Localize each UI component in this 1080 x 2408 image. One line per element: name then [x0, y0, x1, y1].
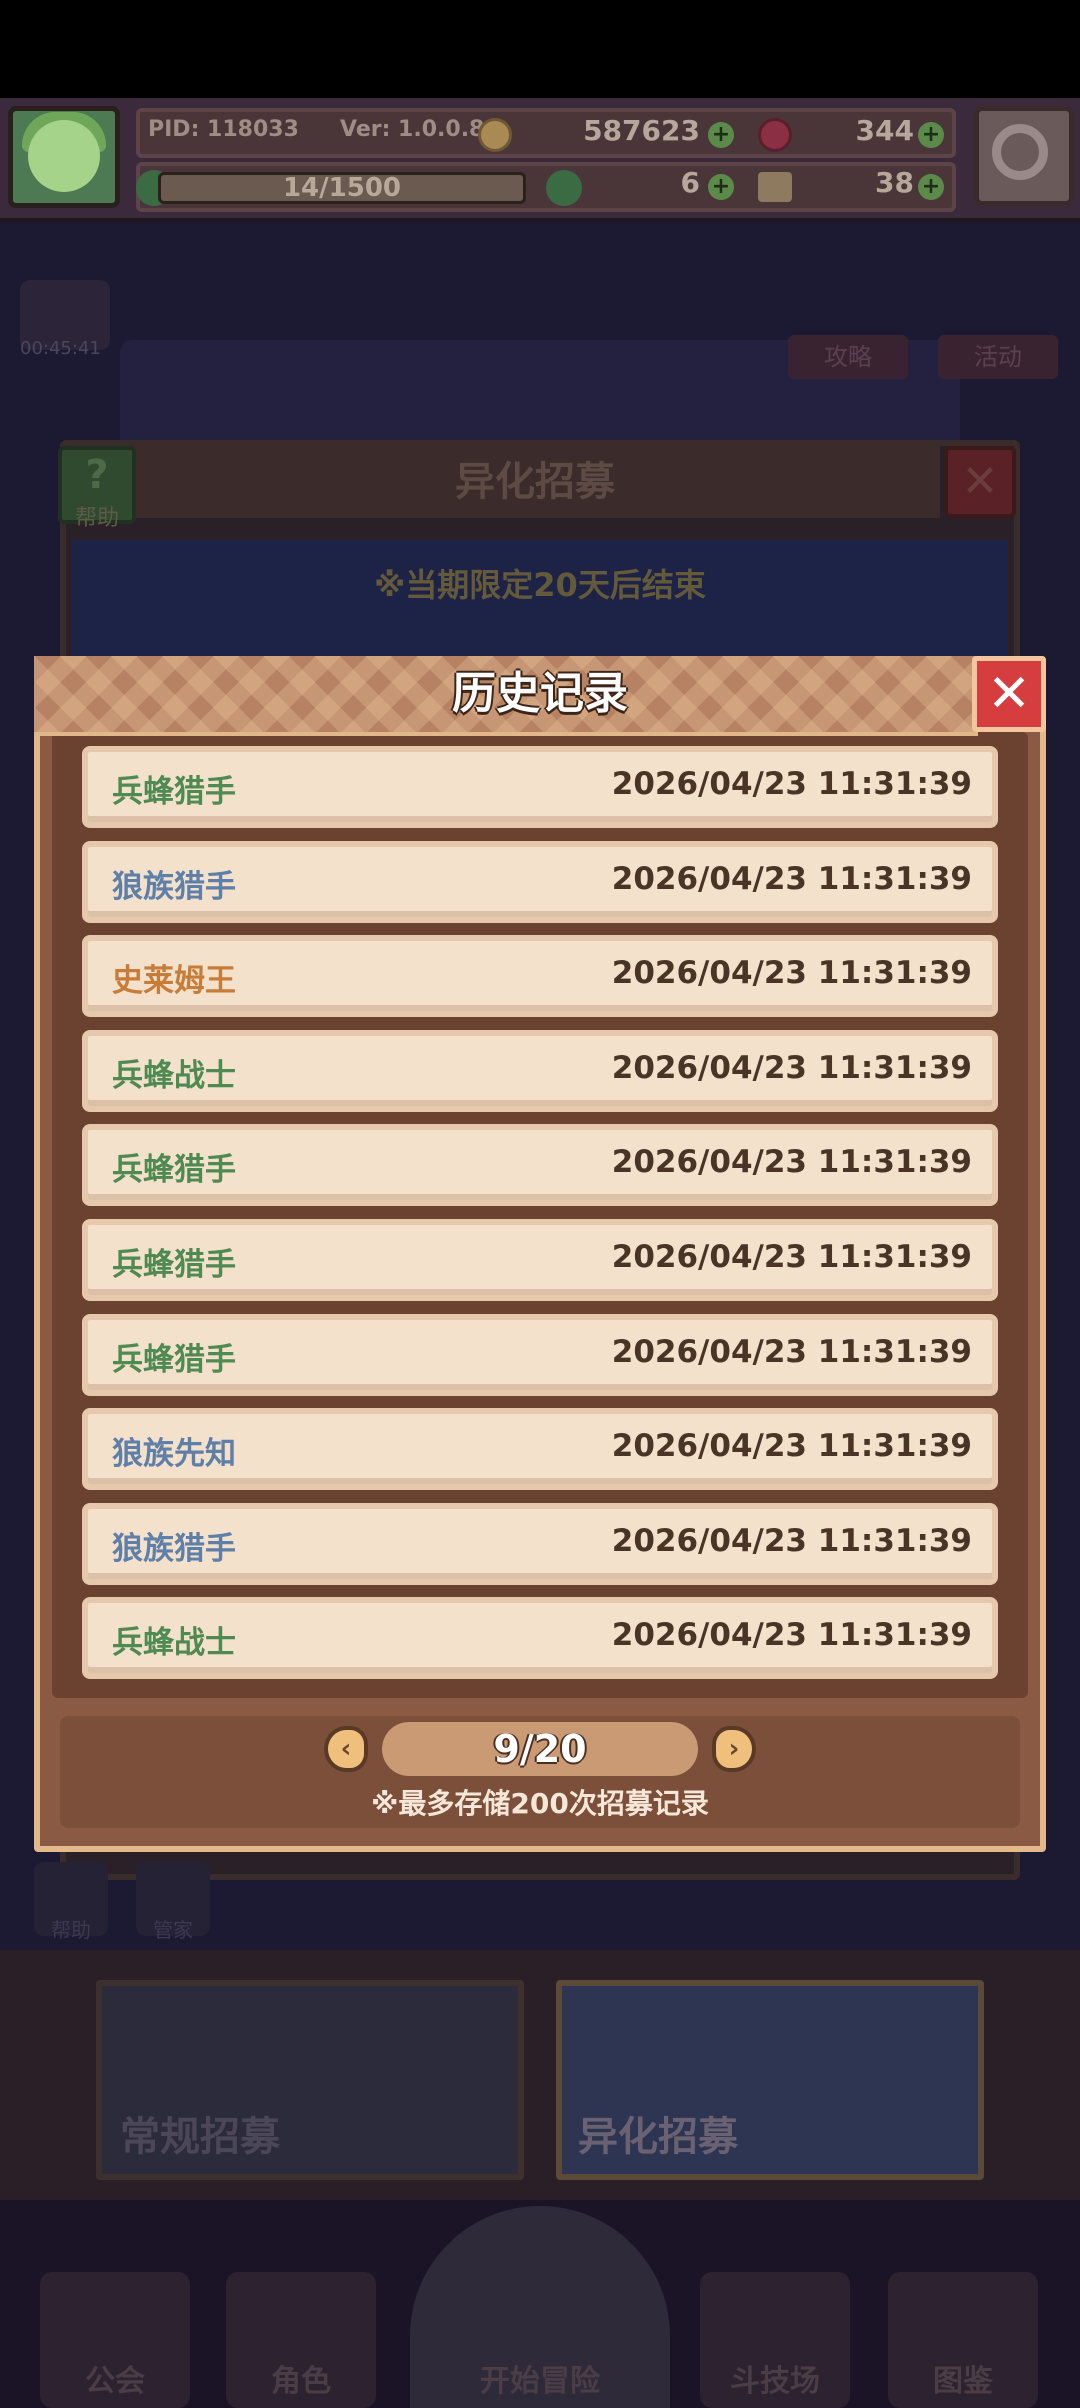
history-record-row: 兵蜂猎手 2026/04/23 11:31:39 [82, 1313, 998, 1396]
record-timestamp: 2026/04/23 11:31:39 [611, 955, 972, 992]
record-timestamp: 2026/04/23 11:31:39 [611, 860, 972, 897]
previous-page-button[interactable]: ‹ [324, 1726, 368, 1772]
record-character-name: 兵蜂猎手 [112, 774, 236, 810]
nav-guild-label: 公会 [85, 2364, 145, 2399]
nav-codex-label: 图鉴 [933, 2364, 993, 2399]
record-timestamp: 2026/04/23 11:31:39 [611, 1049, 972, 1086]
history-record-row: 狼族猎手 2026/04/23 11:31:39 [82, 840, 998, 923]
gem-amount: 344 [855, 114, 914, 147]
help-label: 帮助 [74, 506, 119, 531]
recruit-panel-close-button[interactable]: ✕ [944, 446, 1016, 518]
record-character-name: 狼族猎手 [112, 1530, 236, 1567]
history-record-row: 兵蜂猎手 2026/04/23 11:31:39 [82, 1124, 998, 1207]
record-character-name: 兵蜂猎手 [112, 1247, 236, 1283]
add-clover-button[interactable]: + [708, 174, 734, 200]
history-title: 历史记录 [452, 668, 628, 719]
nav-character-label: 角色 [271, 2364, 331, 2399]
close-icon: ✕ [987, 664, 1031, 724]
record-timestamp: 2026/04/23 11:31:39 [611, 1522, 972, 1559]
activity-button[interactable]: 活动 [938, 335, 1058, 379]
recruit-panel-title: 异化招募 [455, 459, 615, 505]
record-character-name: 狼族先知 [112, 1436, 236, 1473]
exp-progress-text: 14/1500 [282, 173, 402, 203]
record-character-name: 兵蜂战士 [112, 1625, 236, 1662]
side-help-label: 帮助 [51, 1918, 91, 1942]
page-number: 9/20 [493, 1727, 587, 1771]
add-gold-button[interactable]: + [708, 122, 734, 148]
chevron-left-icon: ‹ [340, 1734, 352, 1764]
history-record-row: 兵蜂战士 2026/04/23 11:31:39 [82, 1029, 998, 1112]
record-character-name: 史莱姆王 [112, 963, 236, 1000]
question-mark-icon: ? [85, 452, 109, 498]
record-timestamp: 2026/04/23 11:31:39 [611, 1617, 972, 1654]
history-record-row: 兵蜂猎手 2026/04/23 11:31:39 [82, 1219, 998, 1301]
side-butler-label: 管家 [153, 1918, 193, 1942]
add-gem-button[interactable]: + [918, 122, 944, 148]
gem-icon [758, 118, 792, 152]
gear-icon [992, 124, 1048, 180]
storage-limit-note: ※最多存储200次招募记录 [371, 1787, 709, 1820]
next-page-button[interactable]: › [712, 1726, 756, 1772]
record-character-name: 兵蜂猎手 [112, 1341, 236, 1378]
nav-start-adventure-label: 开始冒险 [480, 2364, 600, 2399]
chevron-right-icon: › [728, 1734, 740, 1764]
record-timestamp: 2026/04/23 11:31:39 [611, 1428, 972, 1465]
record-character-name: 兵蜂战士 [112, 1057, 236, 1094]
player-id: PID: 118033 [148, 117, 299, 142]
record-timestamp: 2026/04/23 11:31:39 [611, 1333, 972, 1370]
system-status-bar [0, 0, 1080, 98]
history-record-row: 兵蜂战士 2026/04/23 11:31:39 [82, 1597, 998, 1680]
add-key-button[interactable]: + [918, 174, 944, 200]
history-record-row: 狼族先知 2026/04/23 11:31:39 [82, 1408, 998, 1491]
history-record-row: 兵蜂猎手 2026/04/23 11:31:39 [82, 746, 998, 828]
game-version: Ver: 1.0.0.8 [340, 117, 485, 142]
record-timestamp: 2026/04/23 11:31:39 [611, 1239, 972, 1275]
clover-currency-icon [546, 170, 582, 206]
gold-amount: 587623 [583, 114, 700, 147]
history-record-row: 狼族猎手 2026/04/23 11:31:39 [82, 1502, 998, 1585]
record-character-name: 兵蜂猎手 [112, 1152, 236, 1189]
limited-time-notice: ※当期限定20天后结束 [374, 566, 706, 604]
avatar-face-shape [28, 120, 100, 192]
event-timer: 00:45:41 [20, 338, 101, 359]
record-character-name: 狼族猎手 [112, 868, 236, 905]
clover-amount: 6 [680, 166, 700, 199]
special-recruit-label: 异化招募 [578, 2114, 738, 2160]
key-amount: 38 [875, 166, 914, 199]
record-timestamp: 2026/04/23 11:31:39 [611, 1144, 972, 1181]
record-timestamp: 2026/04/23 11:31:39 [611, 766, 972, 802]
guide-button[interactable]: 攻略 [788, 335, 908, 379]
nav-arena-label: 斗技场 [730, 2364, 820, 2399]
normal-recruit-label: 常规招募 [120, 2114, 280, 2160]
history-record-row: 史莱姆王 2026/04/23 11:31:39 [82, 935, 998, 1018]
gold-coin-icon [478, 118, 512, 152]
key-icon [758, 172, 792, 202]
